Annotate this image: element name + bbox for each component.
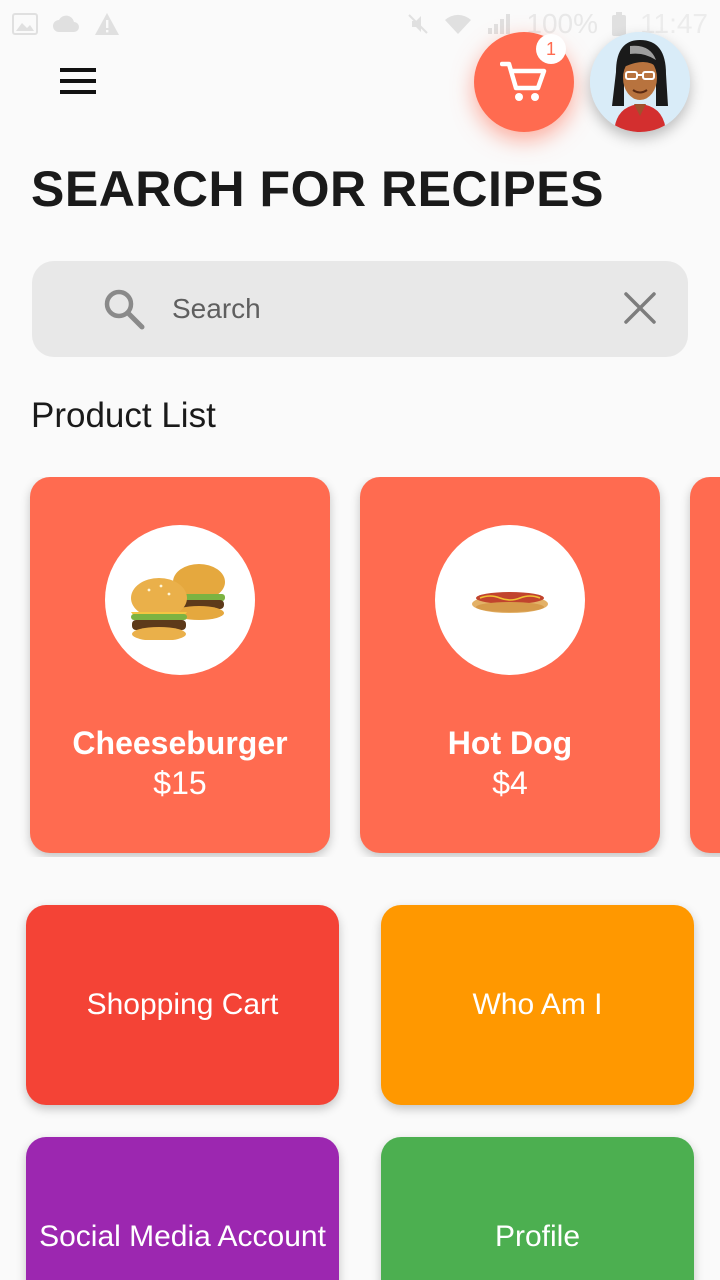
image-notification-icon bbox=[12, 13, 38, 35]
shopping-cart-icon bbox=[500, 61, 547, 101]
search-icon bbox=[104, 289, 145, 330]
product-image bbox=[105, 525, 255, 675]
cloud-notification-icon bbox=[53, 15, 79, 32]
cart-count-badge: 1 bbox=[536, 34, 566, 64]
shopping-cart-tile[interactable]: Shopping Cart bbox=[26, 905, 339, 1105]
wifi-icon bbox=[445, 14, 472, 34]
search-input[interactable] bbox=[172, 285, 612, 333]
cart-button[interactable]: 1 bbox=[474, 32, 574, 132]
battery-icon bbox=[612, 12, 626, 36]
cheeseburger-icon bbox=[131, 564, 225, 640]
status-left bbox=[12, 12, 120, 36]
page-title: SEARCH FOR RECIPES bbox=[31, 161, 604, 217]
product-card-hot-dog[interactable]: Hot Dog $4 bbox=[360, 477, 660, 853]
hot-dog-icon bbox=[472, 592, 548, 613]
warning-notification-icon bbox=[95, 13, 119, 35]
product-name: Cheeseburger bbox=[72, 725, 288, 761]
mute-icon bbox=[408, 14, 429, 34]
search-bar[interactable] bbox=[32, 261, 688, 357]
clear-search-icon[interactable] bbox=[622, 290, 658, 326]
menu-line bbox=[60, 79, 96, 83]
product-image bbox=[435, 525, 585, 675]
product-list[interactable]: Cheeseburger $15 Hot Dog $4 bbox=[0, 477, 720, 857]
product-name: Hot Dog bbox=[447, 725, 573, 761]
who-am-i-tile[interactable]: Who Am I bbox=[381, 905, 694, 1105]
product-price: $4 bbox=[492, 765, 528, 801]
menu-line bbox=[60, 68, 96, 72]
user-avatar-icon bbox=[590, 32, 690, 132]
avatar[interactable] bbox=[590, 32, 690, 132]
social-media-account-tile[interactable]: Social Media Account bbox=[26, 1137, 339, 1280]
menu-line bbox=[60, 90, 96, 94]
product-card-partial[interactable] bbox=[690, 477, 720, 853]
product-card-cheeseburger[interactable]: Cheeseburger $15 bbox=[30, 477, 330, 853]
product-price: $15 bbox=[153, 765, 207, 801]
product-list-heading: Product List bbox=[31, 396, 216, 435]
profile-tile[interactable]: Profile bbox=[381, 1137, 694, 1280]
signal-icon bbox=[488, 14, 511, 34]
menu-button[interactable] bbox=[50, 56, 106, 106]
